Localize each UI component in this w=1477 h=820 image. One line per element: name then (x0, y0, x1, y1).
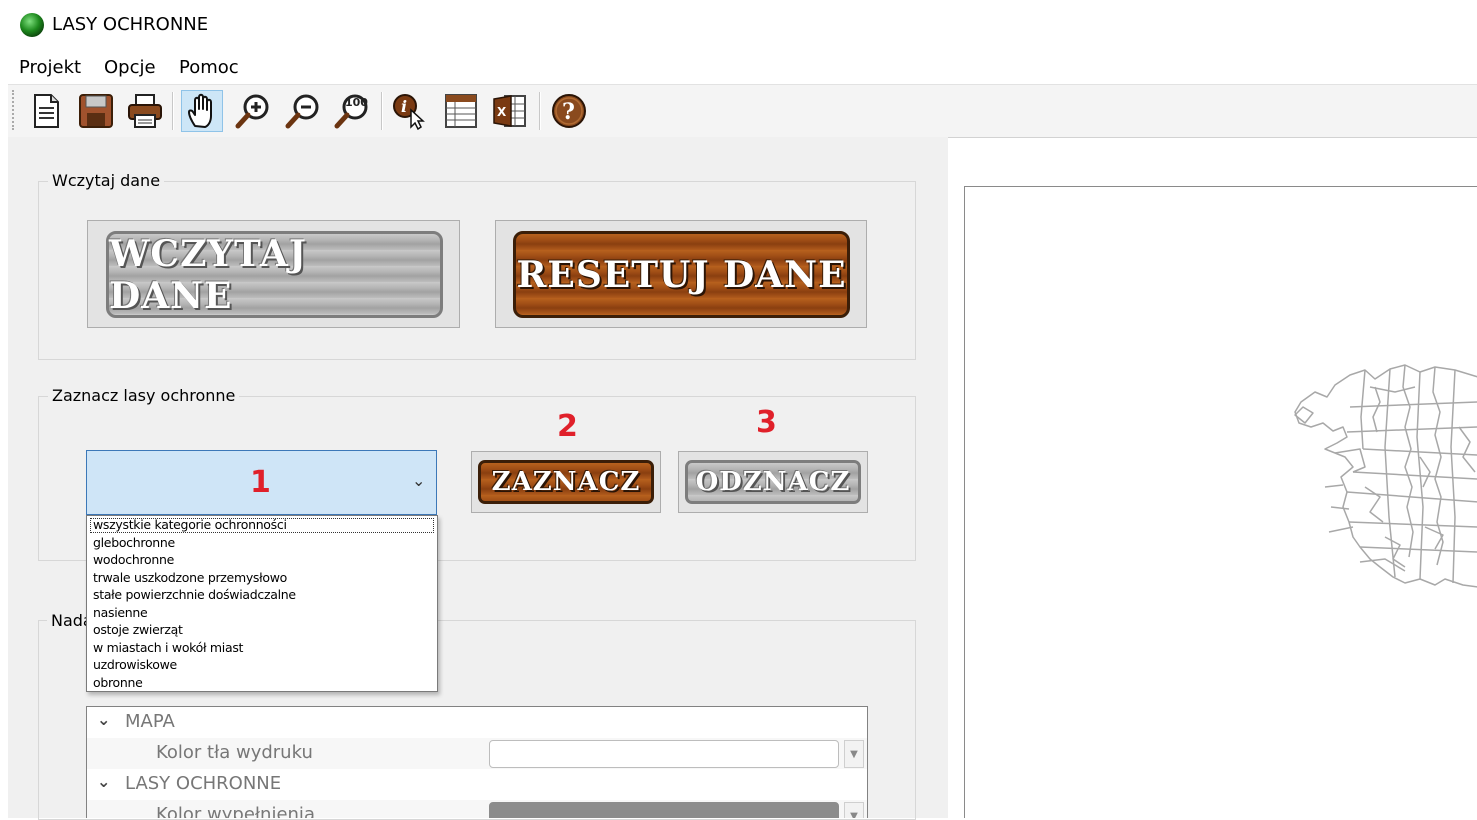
app-logo-icon (20, 13, 44, 37)
section-row-mapa[interactable]: ⌄ MAPA (87, 707, 867, 738)
color-picker[interactable]: ▼ (489, 802, 865, 818)
toolbar (8, 84, 1477, 138)
chevron-down-icon[interactable]: ▼ (844, 802, 864, 818)
dropdown-option[interactable]: stałe powierzchnie doświadczalne (93, 586, 296, 603)
dropdown-option[interactable]: obronne (93, 674, 143, 691)
map-canvas[interactable] (964, 186, 1477, 818)
svg-text:i: i (401, 97, 407, 116)
help-icon[interactable]: ? (548, 90, 590, 132)
toolbar-separator (172, 92, 174, 130)
mark-button-label: ZAZNACZ (478, 460, 654, 504)
step-3-marker: 3 (756, 405, 777, 440)
combobox-dropdown-list: wszystkie kategorie ochronności glebochr… (86, 515, 438, 692)
color-swatch[interactable] (489, 802, 839, 818)
load-data-group-title: Wczytaj dane (48, 171, 165, 190)
step-2-marker: 2 (557, 409, 578, 444)
select-forests-group-title: Zaznacz lasy ochronne (48, 386, 240, 405)
dropdown-option[interactable]: wodochronne (93, 551, 174, 568)
export-excel-icon[interactable]: X (489, 90, 531, 132)
chevron-down-icon[interactable]: ⌄ (97, 772, 110, 791)
toolbar-separator (539, 92, 541, 130)
load-data-button[interactable]: WCZYTAJ DANE (87, 220, 460, 328)
menu-projekt[interactable]: Projekt (19, 57, 81, 78)
dropdown-option[interactable]: glebochronne (93, 534, 175, 551)
zoom-100-icon[interactable]: 100 (331, 90, 373, 132)
section-row-lasy-ochronne[interactable]: ⌄ LASY OCHRONNE (87, 769, 867, 800)
section-label: LASY OCHRONNE (125, 773, 282, 794)
print-icon[interactable] (124, 90, 166, 132)
style-properties-tree: ⌄ MAPA Kolor tła wydruku ▼ ⌄ LASY OCHRON… (86, 706, 868, 818)
dropdown-option[interactable]: trwale uszkodzone przemysłowo (93, 569, 287, 586)
dropdown-option[interactable]: wszystkie kategorie ochronności (93, 516, 287, 533)
save-icon[interactable] (75, 90, 117, 132)
dropdown-option[interactable]: uzdrowiskowe (93, 656, 177, 673)
zoom-out-icon[interactable] (282, 90, 324, 132)
property-label: Kolor wypełnienia (156, 804, 315, 818)
chevron-down-icon[interactable]: ⌄ (97, 710, 110, 729)
svg-text:100: 100 (345, 96, 368, 109)
property-row: Kolor tła wydruku ▼ (87, 738, 867, 769)
property-row: Kolor wypełnienia ▼ (87, 800, 867, 818)
svg-text:X: X (497, 105, 507, 119)
chevron-down-icon[interactable]: ▼ (844, 740, 864, 768)
svg-text:?: ? (562, 99, 575, 125)
property-label: Kolor tła wydruku (156, 742, 313, 763)
toolbar-grip[interactable] (12, 90, 18, 130)
window-title: LASY OCHRONNE (52, 14, 209, 35)
pan-hand-icon[interactable] (181, 90, 223, 132)
toolbar-separator (381, 92, 383, 130)
mark-button[interactable]: ZAZNACZ (471, 451, 661, 513)
forest-map-drawing (1294, 364, 1477, 588)
reset-data-button-label: RESETUJ DANE (513, 231, 850, 318)
identify-icon[interactable]: i (389, 90, 431, 132)
dropdown-option[interactable]: w miastach i wokół miast (93, 639, 243, 656)
color-picker[interactable]: ▼ (489, 740, 865, 768)
menu-pomoc[interactable]: Pomoc (179, 57, 239, 78)
title-bar (0, 0, 1477, 50)
unmark-button-label: ODZNACZ (685, 460, 861, 504)
menu-opcje[interactable]: Opcje (104, 57, 156, 78)
chevron-down-icon[interactable]: ⌄ (412, 471, 425, 490)
zoom-in-icon[interactable] (232, 90, 274, 132)
unmark-button[interactable]: ODZNACZ (678, 451, 868, 513)
new-document-icon[interactable] (25, 90, 67, 132)
reset-data-button[interactable]: RESETUJ DANE (495, 220, 867, 328)
section-label: MAPA (125, 711, 175, 732)
color-swatch[interactable] (489, 740, 839, 768)
dropdown-option[interactable]: nasienne (93, 604, 148, 621)
load-data-button-label: WCZYTAJ DANE (106, 231, 443, 318)
step-1-marker: 1 (250, 465, 271, 500)
dropdown-option[interactable]: ostoje zwierząt (93, 621, 183, 638)
attribute-table-icon[interactable] (440, 90, 482, 132)
